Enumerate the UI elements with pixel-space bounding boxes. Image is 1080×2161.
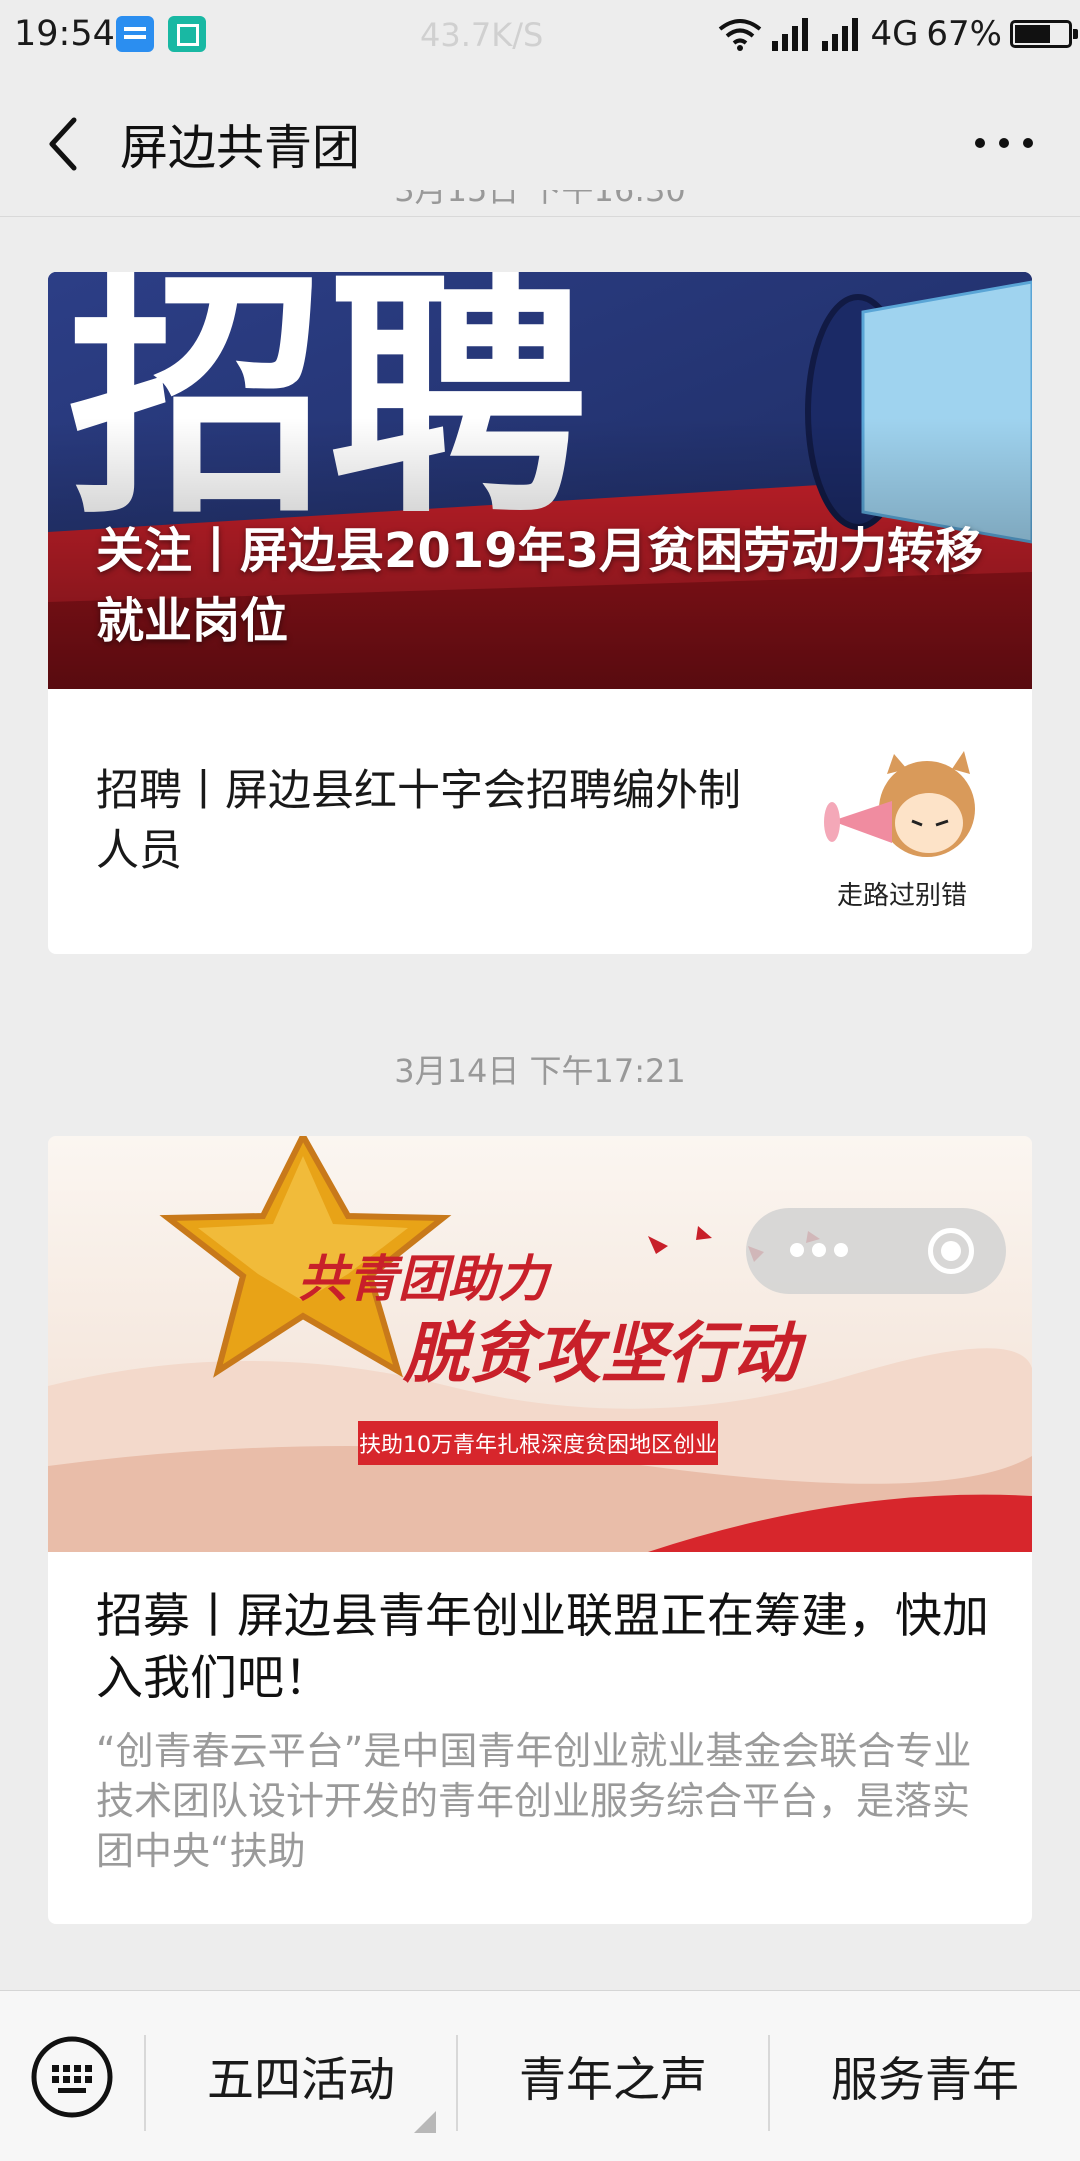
cartoon-girl-megaphone-thumbnail: 走路过别错 [812,739,992,919]
sub-article-item[interactable]: 招聘丨屏边县红十字会招聘编外制人员 走路过别错 [48,689,1032,954]
timestamp-clipped: 3月15日 下午16:30 [394,190,686,209]
signal-icon-2 [822,18,859,51]
menu-item-serve-youth[interactable]: 服务青年 [770,2031,1080,2131]
article-title: 招募丨屏边县青年创业联盟正在筹建，快加入我们吧！ [96,1589,989,1706]
thumb-caption: 走路过别错 [837,881,967,910]
keyboard-icon[interactable] [30,2035,114,2119]
floating-capsule[interactable] [746,1208,1006,1294]
article-card-group: 招聘 关注丨屏边县2019年3月贫困劳动力转移就业岗位 招聘丨屏边县红十字会招聘… [48,272,1032,954]
battery-percent: 67% [926,14,1002,54]
main-article-title: 关注丨屏边县2019年3月贫困劳动力转移就业岗位 [96,523,983,649]
battery-icon [1010,20,1078,48]
message-icon [116,16,154,52]
more-dots-icon[interactable] [790,1242,856,1261]
article-card[interactable]: 共青团助力 脱贫攻坚行动 扶助10万青年扎根深度贫困地区创业 招募丨屏边县青年创… [48,1136,1032,1924]
submenu-indicator-icon [414,2111,436,2133]
chevron-left-icon[interactable] [40,112,100,176]
banner-line-1: 共青团助力 [298,1249,553,1308]
message-timestamp: 3月14日 下午17:21 [394,1052,686,1090]
wifi-icon [719,19,762,51]
signal-icon [772,18,809,51]
close-target-icon[interactable] [928,1228,974,1274]
main-article-banner[interactable]: 招聘 关注丨屏边县2019年3月贫困劳动力转移就业岗位 [48,272,1032,689]
article-banner[interactable]: 共青团助力 脱贫攻坚行动 扶助10万青年扎根深度贫困地区创业 [48,1136,1032,1552]
more-dots-icon[interactable] [964,118,1044,168]
youth-league-banner-image: 共青团助力 脱贫攻坚行动 扶助10万青年扎根深度贫困地区创业 [48,1136,1032,1552]
bottom-menu-bar: 五四活动 青年之声 服务青年 [0,1990,1080,2161]
status-time: 19:54 [14,14,115,54]
menu-item-youth-voice[interactable]: 青年之声 [458,2031,768,2131]
article-digest: “创青春云平台”是中国青年创业就业基金会联合专业技术团队设计开发的青年创业服务综… [96,1729,972,1873]
banner-line-3: 扶助10万青年扎根深度贫困地区创业 [359,1433,717,1458]
sub-article-title: 招聘丨屏边县红十字会招聘编外制人员 [96,766,741,876]
net-speed: 43.7K/S [420,16,544,54]
banner-line-2: 脱贫攻坚行动 [402,1314,807,1392]
network-type: 4G [870,14,919,54]
page-title: 屏边共青团 [120,120,361,176]
status-bar: 19:54 43.7K/S 4G 67% [0,0,1080,72]
menu-item-54-activity[interactable]: 五四活动 [146,2031,456,2131]
scan-icon [168,16,206,52]
